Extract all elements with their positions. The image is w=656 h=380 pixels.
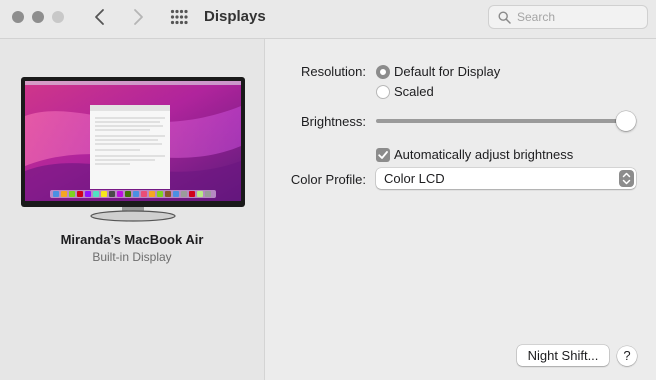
auto-brightness-checkbox[interactable] <box>376 148 390 162</box>
radio-default-for-display-label[interactable]: Default for Display <box>394 64 500 79</box>
help-button[interactable]: ? <box>617 346 637 366</box>
device-name: Miranda’s MacBook Air <box>60 232 204 247</box>
zoom-icon[interactable] <box>52 11 64 23</box>
show-all-button[interactable] <box>170 9 188 25</box>
grid-icon <box>170 9 188 25</box>
minimize-icon[interactable] <box>32 11 44 23</box>
title-bar: Displays <box>0 0 656 39</box>
brightness-label: Brightness: <box>300 114 366 129</box>
color-profile-popup[interactable]: Color LCD <box>376 168 636 189</box>
color-profile-value: Color LCD <box>384 171 445 186</box>
window-title: Displays <box>204 8 266 25</box>
back-button[interactable] <box>88 6 112 28</box>
device-subtitle: Built-in Display <box>92 250 172 264</box>
close-icon[interactable] <box>12 11 24 23</box>
chevron-updown-icon <box>619 170 634 187</box>
display-thumbnail[interactable] <box>20 76 246 226</box>
brightness-slider[interactable] <box>376 119 636 123</box>
night-shift-button[interactable]: Night Shift... <box>517 345 609 366</box>
search-input[interactable] <box>517 8 641 26</box>
radio-scaled[interactable] <box>376 85 390 99</box>
color-profile-label: Color Profile: <box>290 172 366 187</box>
search-icon <box>498 11 511 24</box>
chevron-right-icon <box>134 9 143 25</box>
search-field[interactable] <box>488 5 648 29</box>
brightness-slider-thumb[interactable] <box>616 111 636 131</box>
radio-scaled-label[interactable]: Scaled <box>394 84 434 99</box>
forward-button[interactable] <box>126 6 150 28</box>
resolution-label: Resolution: <box>300 64 366 79</box>
chevron-left-icon <box>95 9 104 25</box>
auto-brightness-label[interactable]: Automatically adjust brightness <box>394 147 573 162</box>
checkmark-icon <box>378 151 388 159</box>
display-sidebar: Miranda’s MacBook Air Built-in Display <box>0 39 265 380</box>
radio-default-for-display[interactable] <box>376 65 390 79</box>
